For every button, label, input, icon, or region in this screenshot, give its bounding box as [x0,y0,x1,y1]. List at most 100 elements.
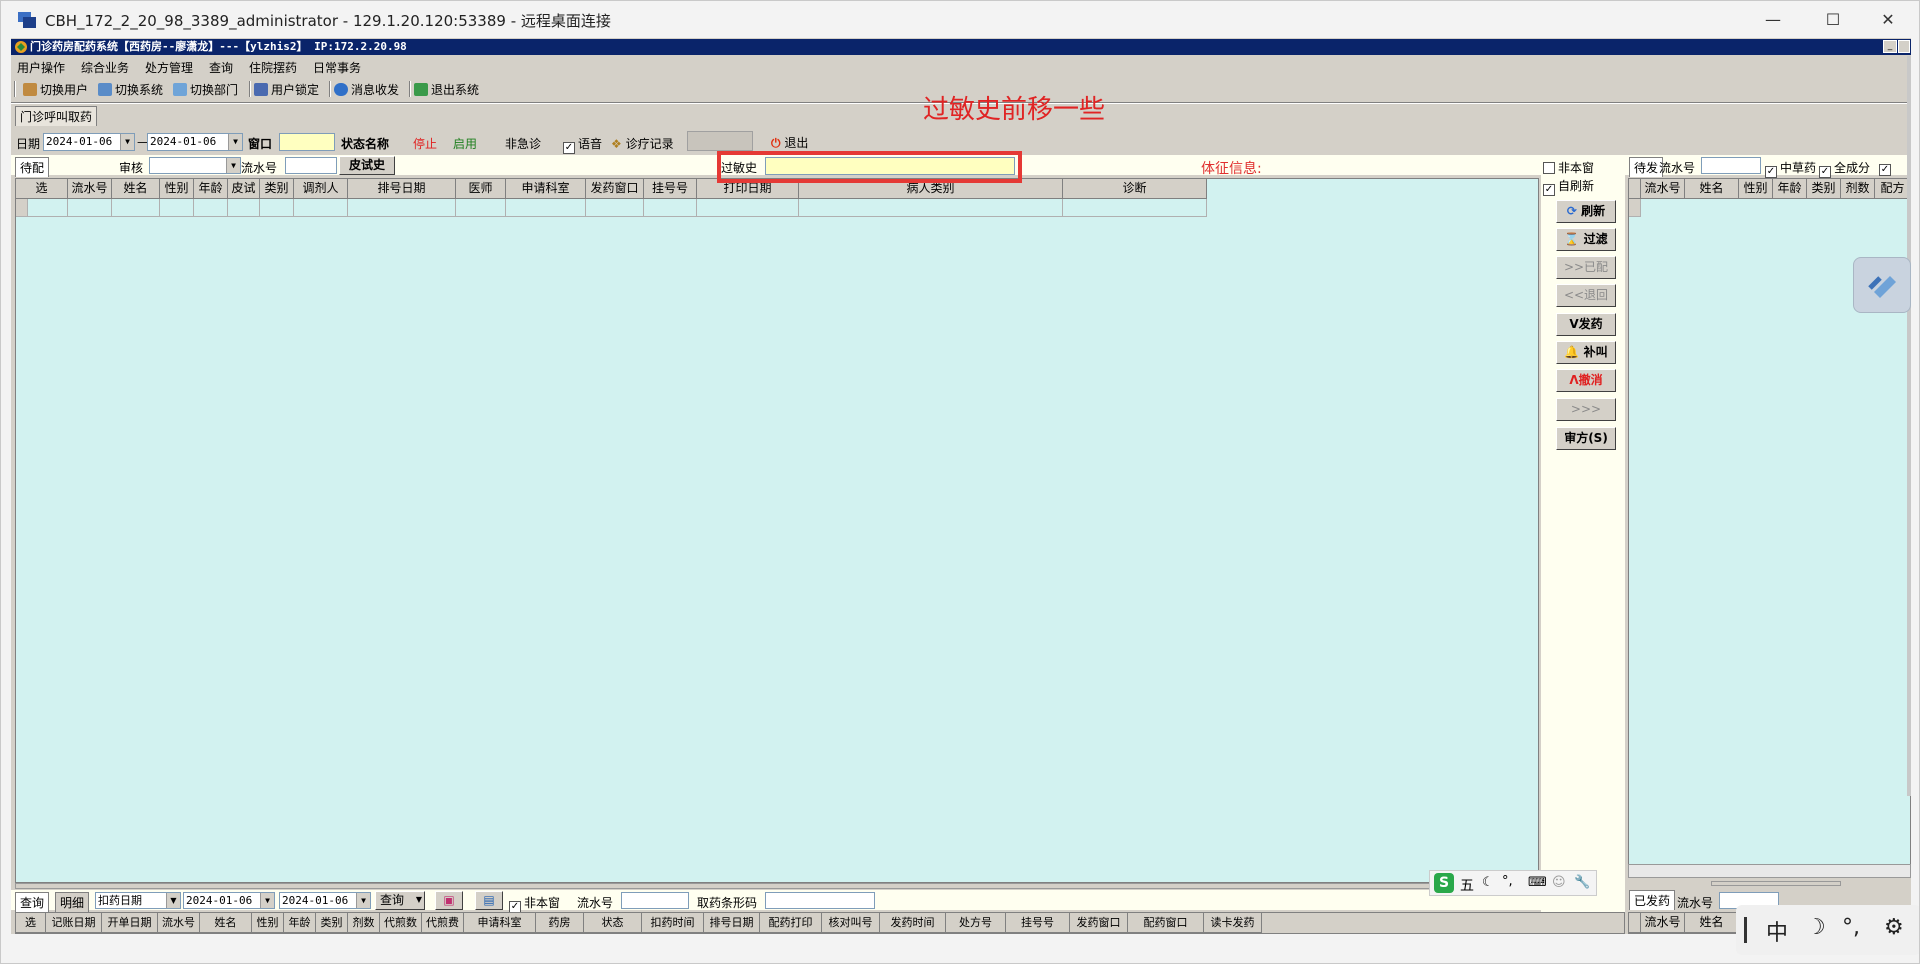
column-header[interactable]: 配药窗口 [1128,913,1204,933]
tab-detail[interactable]: 明细 [55,892,90,912]
calendar-button[interactable]: ▤ [475,891,503,910]
vertical-scrollbar[interactable] [1907,56,1911,796]
enable-button[interactable]: 启用 [453,135,477,152]
column-header[interactable]: 选 [16,913,46,933]
next-button[interactable]: >>> [1556,398,1616,421]
column-header[interactable]: 配方 [1875,179,1911,199]
user-lock-button[interactable]: 用户锁定 [254,81,319,98]
serial-input[interactable] [285,157,337,174]
column-header[interactable]: 医师 [456,179,506,199]
window-input[interactable] [279,133,335,151]
query-date-to[interactable]: 2024-01-06 ▼ [279,892,371,909]
app-restore-button[interactable] [1898,40,1910,53]
column-header[interactable]: 流水号 [1641,179,1685,199]
tab-to-dispense[interactable]: 待发 [1629,157,1664,177]
query-button[interactable]: 查询 ▼ [375,891,425,910]
maximize-button[interactable]: ☐ [1810,5,1856,35]
print-button[interactable]: ▣ [435,891,463,910]
wrench-icon[interactable]: 🔧 [1574,875,1590,890]
column-header[interactable]: 流水号 [158,913,200,933]
tab-dispensed[interactable]: 已发药 [1629,890,1676,910]
user-icon[interactable]: ☺ [1552,875,1566,890]
menu-query[interactable]: 查询 [209,59,233,76]
query-non-window-checkbox[interactable]: ✓ 非本窗 [509,894,560,913]
column-header[interactable]: 处方号 [946,913,1006,933]
column-header[interactable]: 药房 [536,913,584,933]
splitter-handle[interactable] [15,883,1539,889]
undo-button[interactable]: Λ撤消 [1556,369,1616,392]
column-header[interactable]: 代煎数 [380,913,422,933]
query-grid[interactable]: 选 记账日期 开单日期 流水号 姓名 性别 年龄 类别 剂数 代煎数 代煎费 申… [15,912,1625,934]
menu-general[interactable]: 综合业务 [81,59,129,76]
filter-button[interactable]: ⌛ 过滤 [1556,228,1616,251]
voice-checkbox[interactable]: ✓ 语音 [563,135,602,154]
column-header[interactable]: 挂号号 [644,179,697,199]
ime-punctuation[interactable]: °, [1842,915,1860,940]
return-button[interactable]: <<退回 [1556,284,1616,307]
ime-punct[interactable]: °, [1502,874,1513,889]
date-to-picker[interactable]: 2024-01-06 ▼ [147,133,243,151]
column-header[interactable]: 状态 [584,913,642,933]
app-minimize-button[interactable]: _ [1883,40,1897,53]
review-select[interactable]: ▼ [149,157,241,174]
right-splitter[interactable] [1711,881,1841,886]
moon-icon[interactable]: ☾ [1482,875,1494,890]
review-prescription-button[interactable]: 审方(S) [1556,427,1616,450]
dispense-button[interactable]: V发药 [1556,313,1616,336]
menu-prescription[interactable]: 处方管理 [145,59,193,76]
column-header[interactable]: 类别 [260,179,294,199]
floating-assistant-button[interactable] [1853,257,1911,313]
minimize-button[interactable]: — [1750,5,1796,35]
pending-grid[interactable]: 选 流水号 姓名 性别 年龄 皮试 类别 调剂人 排号日期 医师 申请科室 发药… [15,178,1539,883]
column-header[interactable]: 排号日期 [704,913,760,933]
column-header[interactable]: 发药窗口 [586,179,644,199]
message-button[interactable]: 消息收发 [334,81,399,98]
column-header[interactable]: 核对叫号 [822,913,880,933]
column-header[interactable]: 姓名 [112,179,160,199]
column-header[interactable]: 流水号 [68,179,112,199]
column-header[interactable]: 发药窗口 [1070,913,1128,933]
date-from-picker[interactable]: 2024-01-06 ▼ [43,133,135,151]
exit-button[interactable]: ⏻ 退出 [771,134,808,151]
ime-toolbar[interactable]: S 五 ☾ °, ⌨ ☺ 🔧 [1429,870,1597,896]
switch-dept-button[interactable]: 切换部门 [173,81,238,98]
horizontal-scrollbar[interactable] [1628,864,1911,878]
menu-user-ops[interactable]: 用户操作 [17,59,65,76]
column-header[interactable]: 调剂人 [294,179,348,199]
column-header[interactable]: 年龄 [194,179,228,199]
column-header[interactable]: 申请科室 [464,913,536,933]
column-header[interactable]: 姓名 [1685,913,1739,933]
column-header[interactable]: 剂数 [1841,179,1875,199]
ime-mode[interactable]: 五 [1460,875,1474,895]
column-header[interactable]: 挂号号 [1006,913,1070,933]
recall-button[interactable]: 🔔 补叫 [1556,341,1616,364]
tab-outpatient-call[interactable]: 门诊呼叫取药 [15,106,98,126]
column-header[interactable]: 记账日期 [46,913,102,933]
close-button[interactable]: ✕ [1865,5,1911,35]
exit-system-button[interactable]: 退出系统 [414,81,479,98]
column-header[interactable]: 性别 [160,179,194,199]
switch-user-button[interactable]: 切换用户 [23,81,88,98]
column-header[interactable]: 诊断 [1063,179,1207,199]
column-header[interactable]: 选 [16,179,68,199]
date-type-select[interactable]: 扣药日期 ▼ [95,892,181,909]
non-urgent-label[interactable]: 非急诊 [505,135,541,152]
column-header[interactable]: 剂数 [348,913,380,933]
menu-inpatient[interactable]: 住院摆药 [249,59,297,76]
column-header[interactable]: 开单日期 [102,913,158,933]
column-header[interactable]: 年龄 [284,913,316,933]
skin-test-button[interactable]: 皮试史 [339,156,395,175]
column-header[interactable]: 年龄 [1773,179,1807,199]
column-header[interactable]: 皮试 [228,179,260,199]
column-header[interactable]: 性别 [252,913,284,933]
column-header[interactable]: 类别 [1807,179,1841,199]
column-header[interactable]: 配药打印 [760,913,822,933]
ime-language[interactable]: 中 [1766,915,1788,947]
column-header[interactable]: 姓名 [1685,179,1739,199]
all-components-checkbox[interactable]: ✓ 全成分 [1819,159,1870,178]
column-header[interactable]: 姓名 [200,913,252,933]
tab-pending[interactable]: 待配 [15,157,50,177]
column-header[interactable]: 申请科室 [506,179,586,199]
configured-button[interactable]: >>已配 [1556,256,1616,279]
menu-daily[interactable]: 日常事务 [313,59,361,76]
